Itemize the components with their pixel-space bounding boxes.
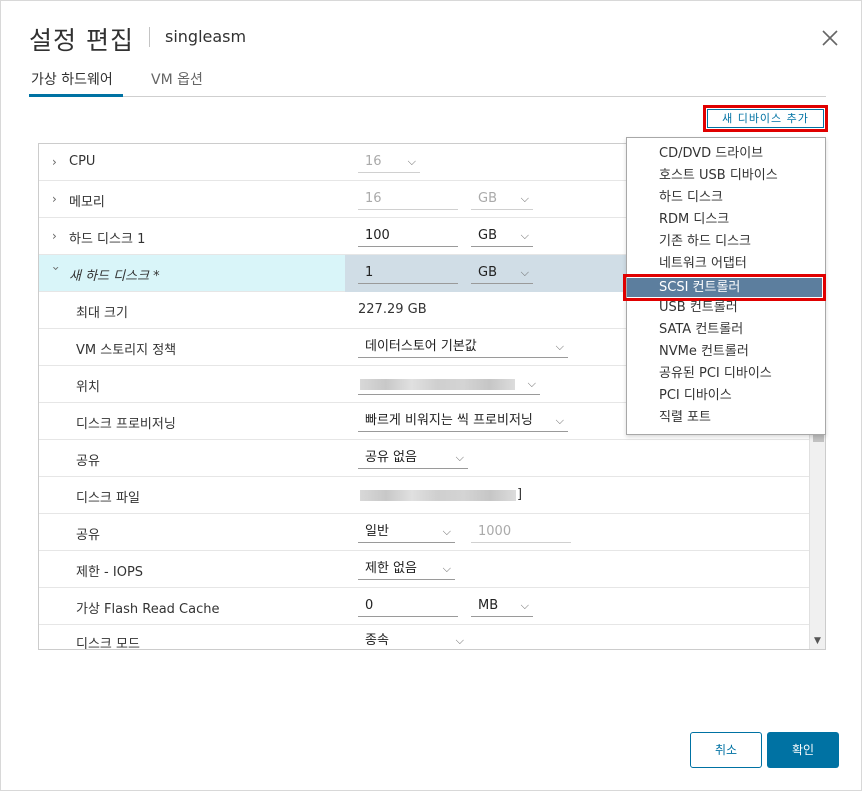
hard-disk-1-size-input[interactable]: 100 <box>358 225 458 247</box>
scroll-down-arrow-icon[interactable]: ▼ <box>814 636 821 646</box>
chevron-right-icon[interactable]: › <box>52 229 62 243</box>
memory-input[interactable]: 16 <box>358 188 458 210</box>
chevron-down-icon: ⌵ <box>442 525 451 538</box>
chevron-right-icon[interactable]: › <box>52 192 62 206</box>
cancel-button[interactable]: 취소 <box>690 732 762 768</box>
sharing-value: 공유 없음 <box>365 450 417 465</box>
disk-file-label: 디스크 파일 <box>76 491 140 506</box>
chevron-down-icon: ⌵ <box>442 562 451 575</box>
add-device-menu: CD/DVD 드라이브 호스트 USB 디바이스 하드 디스크 RDM 디스크 … <box>623 137 826 435</box>
max-size-value: 227.29 GB <box>358 302 427 317</box>
chevron-down-icon: ⌵ <box>527 377 536 390</box>
chevron-down-icon: ⌵ <box>455 451 464 464</box>
location-label: 위치 <box>76 380 100 395</box>
menu-item-pci-device[interactable]: PCI 디바이스 <box>659 385 732 407</box>
tab-virtual-hardware[interactable]: 가상 하드웨어 <box>29 71 123 97</box>
tab-vm-options[interactable]: VM 옵션 <box>151 71 211 97</box>
title-divider <box>149 27 150 47</box>
chevron-down-icon[interactable]: › <box>49 266 63 276</box>
close-icon[interactable] <box>817 25 843 51</box>
max-size-label: 최대 크기 <box>76 306 128 321</box>
chevron-down-icon: ⌵ <box>520 599 529 612</box>
limit-iops-value: 제한 없음 <box>365 561 417 576</box>
vm-name: singleasm <box>165 27 247 46</box>
chevron-down-icon: ⌵ <box>555 340 564 353</box>
chevron-down-icon: ⌵ <box>455 634 464 647</box>
chevron-right-icon[interactable]: › <box>52 155 62 169</box>
shares-value: 일반 <box>365 524 389 539</box>
chevron-down-icon: ⌵ <box>520 229 529 242</box>
menu-item-host-usb[interactable]: 호스트 USB 디바이스 <box>659 165 778 187</box>
memory-label: 메모리 <box>69 195 105 210</box>
add-device-highlight: 새 디바이스 추가 <box>703 105 828 132</box>
menu-item-rdm-disk[interactable]: RDM 디스크 <box>659 209 729 231</box>
add-new-device-button[interactable]: 새 디바이스 추가 <box>707 109 824 128</box>
menu-item-cd-dvd[interactable]: CD/DVD 드라이브 <box>659 143 763 165</box>
flash-read-cache-label: 가상 Flash Read Cache <box>76 602 220 617</box>
menu-item-scsi-controller[interactable]: SCSI 컨트롤러 <box>627 278 822 297</box>
flash-read-cache-unit: MB <box>478 598 499 613</box>
shares-select[interactable]: 일반 ⌵ <box>358 521 455 543</box>
cpu-select[interactable]: 16 ⌵ <box>358 151 420 173</box>
sharing-select[interactable]: 공유 없음 ⌵ <box>358 447 468 469</box>
new-hard-disk-unit-select[interactable]: GB ⌵ <box>471 262 533 284</box>
row-disk-file: 디스크 파일 ] <box>39 477 809 514</box>
tab-bar: 가상 하드웨어 VM 옵션 <box>29 71 826 97</box>
hard-disk-1-label: 하드 디스크 1 <box>69 232 146 247</box>
location-select[interactable]: ⌵ <box>358 373 540 395</box>
chevron-down-icon: ⌵ <box>555 414 564 427</box>
disk-provisioning-label: 디스크 프로비저닝 <box>76 417 176 432</box>
menu-item-usb-controller[interactable]: USB 컨트롤러 <box>659 297 738 319</box>
menu-item-sata-controller[interactable]: SATA 컨트롤러 <box>659 319 743 341</box>
chevron-down-icon: ⌵ <box>407 155 416 168</box>
disk-file-bracket: ] <box>517 487 523 502</box>
storage-policy-select[interactable]: 데이터스토어 기본값 ⌵ <box>358 336 568 358</box>
menu-item-serial-port[interactable]: 직렬 포트 <box>659 407 711 429</box>
memory-unit-select[interactable]: GB ⌵ <box>471 188 533 210</box>
row-sharing: 공유 공유 없음 ⌵ <box>39 440 809 477</box>
menu-item-hard-disk[interactable]: 하드 디스크 <box>659 187 723 209</box>
row-shares: 공유 일반 ⌵ 1000 <box>39 514 809 551</box>
flash-read-cache-input[interactable]: 0 <box>358 595 458 617</box>
redacted-location <box>360 379 515 390</box>
chevron-down-icon: ⌵ <box>520 266 529 279</box>
row-flash-read-cache: 가상 Flash Read Cache 0 MB ⌵ <box>39 588 809 625</box>
menu-item-existing-hard-disk[interactable]: 기존 하드 디스크 <box>659 231 751 253</box>
new-hard-disk-label: 새 하드 디스크 * <box>69 269 160 284</box>
limit-iops-select[interactable]: 제한 없음 ⌵ <box>358 558 455 580</box>
disk-mode-value: 종속 <box>365 633 389 648</box>
cpu-value: 16 <box>365 154 382 169</box>
storage-policy-value: 데이터스토어 기본값 <box>365 339 477 354</box>
limit-iops-label: 제한 - IOPS <box>76 565 144 580</box>
ok-button[interactable]: 확인 <box>767 732 839 768</box>
disk-provisioning-value: 빠르게 비워지는 씩 프로비저닝 <box>365 413 533 428</box>
hard-disk-1-unit-select[interactable]: GB ⌵ <box>471 225 533 247</box>
disk-provisioning-select[interactable]: 빠르게 비워지는 씩 프로비저닝 ⌵ <box>358 410 568 432</box>
dialog-title: 설정 편집 <box>29 26 134 55</box>
shares-label: 공유 <box>76 528 100 543</box>
new-hard-disk-size-input[interactable]: 1 <box>358 262 458 284</box>
edit-settings-dialog: 설정 편집 singleasm 가상 하드웨어 VM 옵션 새 디바이스 추가 … <box>0 0 862 791</box>
sharing-label: 공유 <box>76 454 100 469</box>
shares-number-input[interactable]: 1000 <box>471 521 571 543</box>
hard-disk-1-unit: GB <box>478 228 497 243</box>
flash-read-cache-unit-select[interactable]: MB ⌵ <box>471 595 533 617</box>
disk-mode-label: 디스크 모드 <box>76 637 140 650</box>
chevron-down-icon: ⌵ <box>520 192 529 205</box>
disk-mode-select[interactable]: 종속 ⌵ <box>358 630 468 649</box>
redacted-disk-file <box>360 490 516 501</box>
row-disk-mode: 디스크 모드 종속 ⌵ <box>39 625 809 650</box>
cpu-label: CPU <box>69 154 96 169</box>
menu-item-network-adapter[interactable]: 네트워크 어댑터 <box>659 253 747 275</box>
new-hard-disk-unit: GB <box>478 265 497 280</box>
menu-item-nvme-controller[interactable]: NVMe 컨트롤러 <box>659 341 749 363</box>
row-limit-iops: 제한 - IOPS 제한 없음 ⌵ <box>39 551 809 588</box>
storage-policy-label: VM 스토리지 정책 <box>76 343 177 358</box>
menu-item-shared-pci[interactable]: 공유된 PCI 디바이스 <box>659 363 772 385</box>
memory-unit: GB <box>478 191 497 206</box>
